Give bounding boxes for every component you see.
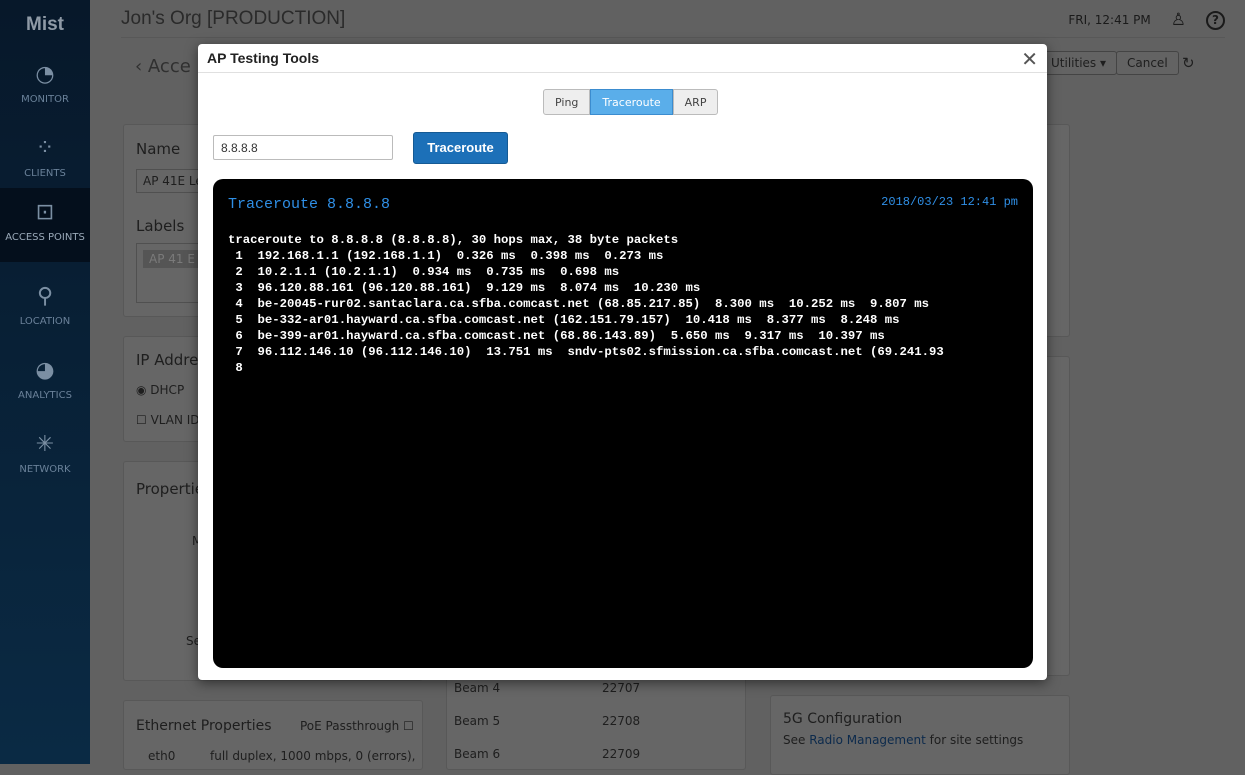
help-icon[interactable]: ? [1206, 10, 1225, 30]
ap-testing-tools-modal: AP Testing Tools ✕ Ping Traceroute ARP T… [198, 44, 1047, 680]
nav-label: ANALYTICS [18, 390, 72, 401]
close-icon[interactable]: ✕ [1021, 47, 1038, 71]
clock: FRI, 12:41 PM [1068, 13, 1151, 27]
sidebar: Mist ◔ MONITOR ⁘ CLIENTS ⊡ ACCESS POINTS ⚲ L… [0, 0, 90, 764]
location-pin-icon: ⚲ [36, 284, 54, 309]
terminal-timestamp: 2018/03/23 12:41 pm [881, 195, 1018, 209]
labels-label: Labels [136, 217, 185, 235]
beams-table: Beam 4 22707 Beam 5 22708 Beam 6 22709 [446, 670, 746, 770]
name-label: Name [136, 140, 181, 158]
vlan-checkbox[interactable]: ☐ VLAN ID [136, 413, 200, 427]
modal-title: AP Testing Tools [198, 44, 1047, 73]
network-icon: ✳ [35, 432, 55, 457]
tool-tabs: Ping Traceroute ARP [543, 89, 719, 115]
access-point-icon: ⊡ [35, 200, 55, 225]
terminal-title: Traceroute 8.8.8.8 [228, 196, 391, 213]
mist-logo: Mist [26, 14, 64, 35]
5g-title: 5G Configuration [783, 711, 903, 727]
beam-value: 22707 [602, 681, 641, 695]
terminal-output: Traceroute 8.8.8.8 2018/03/23 12:41 pm t… [213, 179, 1033, 668]
beam-name: Beam 5 [454, 714, 501, 728]
clients-icon: ⁘ [35, 136, 55, 161]
ethernet-title: Ethernet Properties [136, 718, 272, 734]
poe-checkbox[interactable]: PoE Passthrough ☐ [300, 719, 414, 733]
org-title: Jon's Org [PRODUCTION] [121, 8, 346, 29]
traceroute-output: traceroute to 8.8.8.8 (8.8.8.8), 30 hops… [228, 233, 944, 375]
target-host-input[interactable] [213, 135, 393, 160]
nav-access-points[interactable]: ⊡ ACCESS POINTS [0, 188, 90, 262]
back-link[interactable]: ‹ Acce [135, 56, 191, 77]
eth0-value: full duplex, 1000 mbps, 0 (errors), [210, 749, 416, 763]
nav-label: CLIENTS [24, 168, 66, 179]
utilities-dropdown[interactable]: Utilities ▾ [1040, 51, 1118, 75]
beam-value: 22708 [602, 714, 641, 728]
cancel-button[interactable]: Cancel [1116, 51, 1179, 75]
nav-label: MONITOR [21, 94, 69, 105]
gauge-icon: ◔ [35, 62, 55, 87]
tab-ping[interactable]: Ping [543, 89, 591, 115]
tab-traceroute[interactable]: Traceroute [590, 89, 673, 115]
nav-location[interactable]: ⚲ LOCATION [0, 272, 90, 346]
divider [121, 37, 1225, 38]
nav-network[interactable]: ✳ NETWORK [0, 420, 90, 494]
beam-name: Beam 6 [454, 747, 501, 761]
radio-management-link[interactable]: Radio Management [809, 733, 926, 747]
ethernet-panel: Ethernet Properties PoE Passthrough ☐ et… [123, 700, 423, 770]
5g-panel: 5G Configuration See Radio Management fo… [770, 695, 1070, 775]
nav-monitor[interactable]: ◔ MONITOR [0, 50, 90, 124]
nav-label: LOCATION [19, 316, 71, 327]
eth0-label: eth0 [148, 749, 176, 763]
pie-chart-icon: ◕ [35, 358, 55, 383]
nav-analytics[interactable]: ◕ ANALYTICS [0, 346, 90, 420]
label-tag[interactable]: AP 41 E [143, 250, 201, 268]
nav-clients[interactable]: ⁘ CLIENTS [0, 124, 90, 198]
refresh-icon[interactable]: ↻ [1182, 54, 1195, 72]
nav-label: ACCESS POINTS [5, 232, 85, 243]
tab-arp[interactable]: ARP [672, 89, 719, 115]
beam-value: 22709 [602, 747, 641, 761]
dhcp-radio[interactable]: ◉ DHCP [136, 383, 184, 397]
traceroute-button[interactable]: Traceroute [413, 132, 508, 164]
beam-name: Beam 4 [454, 681, 501, 695]
nav-label: NETWORK [19, 464, 71, 475]
ip-title: IP Addre [136, 351, 199, 369]
user-icon[interactable]: ♙ [1171, 10, 1186, 30]
